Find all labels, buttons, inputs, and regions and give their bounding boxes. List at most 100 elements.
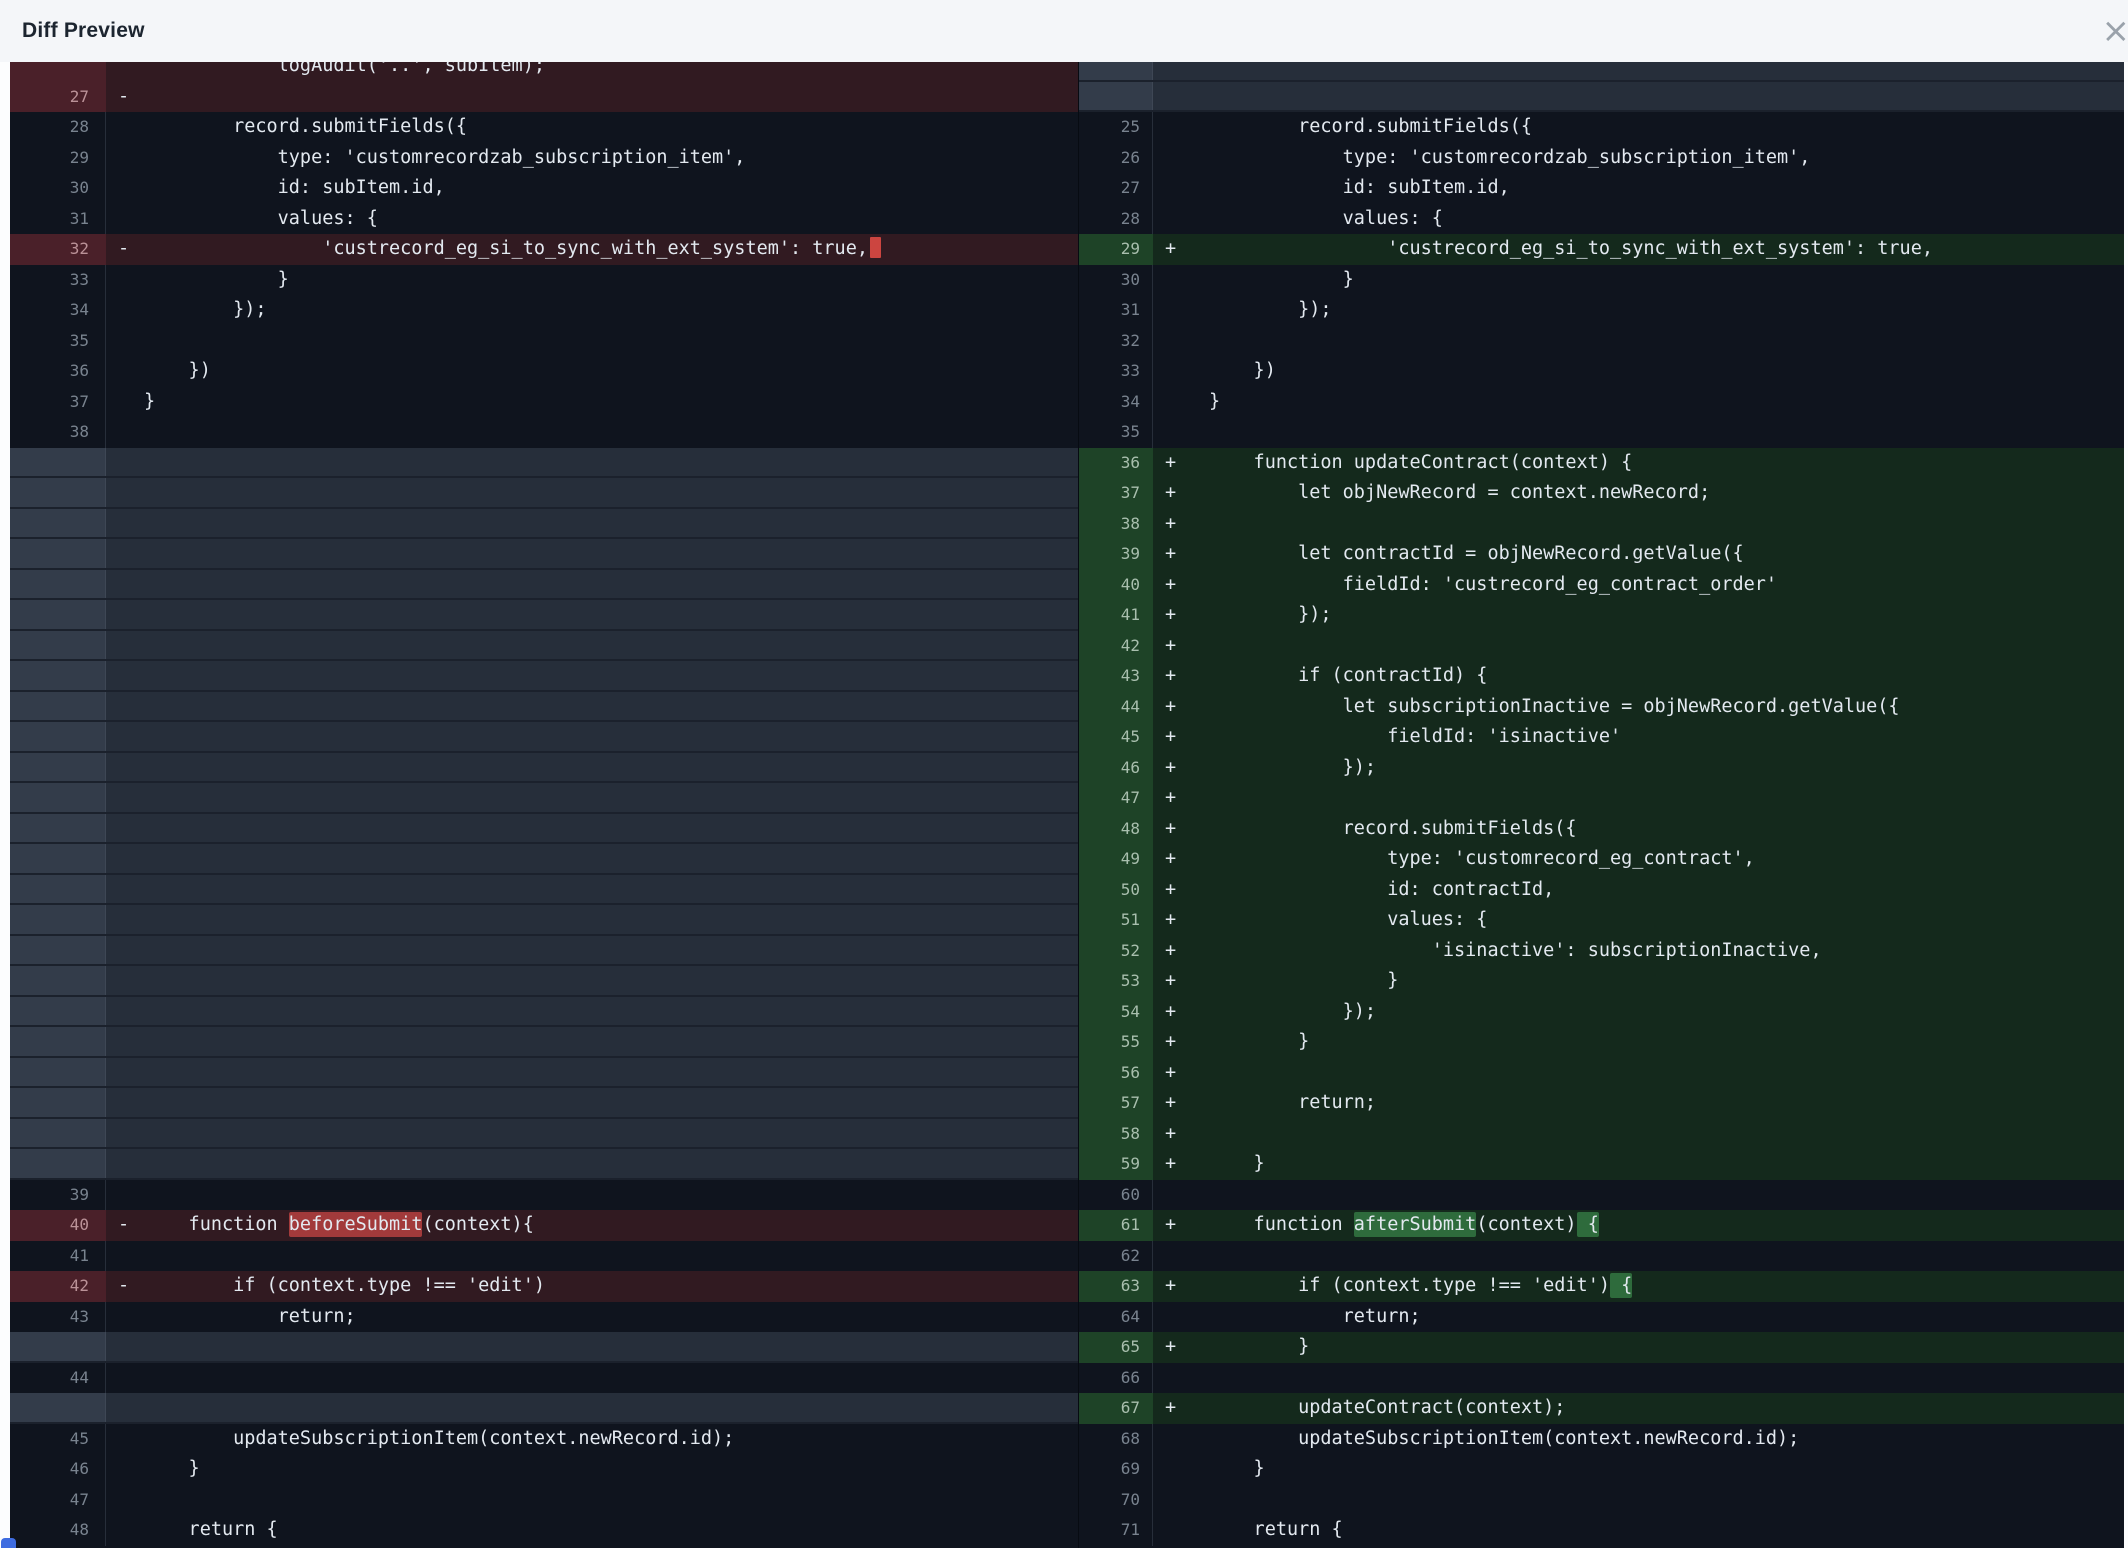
code-text: id: subItem.id,: [1209, 173, 2124, 204]
line-number: [10, 783, 106, 812]
filler-row-old: [10, 1088, 1078, 1119]
code-text: [144, 1363, 1078, 1394]
code-text: return;: [1209, 1088, 2124, 1119]
diff-marker: +: [1153, 631, 1209, 662]
diff-pane-old: logAudit('..', subItem);27-28 record.sub…: [10, 62, 1078, 1548]
diff-marker: -: [106, 1210, 144, 1241]
diff-marker: +: [1153, 783, 1209, 814]
line-number: 33: [1079, 356, 1153, 387]
filler-row-old: [10, 1149, 1078, 1180]
code-text: [1209, 1485, 2124, 1516]
code-line-old-29: 29 type: 'customrecordzab_subscription_i…: [10, 143, 1078, 174]
diff-marker: [106, 1241, 144, 1272]
code-line-new-59: 59+ }: [1079, 1149, 2124, 1180]
code-line-old-30: 30 id: subItem.id,: [10, 173, 1078, 204]
code-line-old-48: 48 return {: [10, 1515, 1078, 1546]
code-line-old-34: 34 });: [10, 295, 1078, 326]
diff-marker: +: [1153, 234, 1209, 265]
code-text: [144, 783, 1078, 812]
code-line-new-35: 35: [1079, 417, 2124, 448]
line-number: 53: [1079, 966, 1153, 997]
code-line-new-57: 57+ return;: [1079, 1088, 2124, 1119]
line-number: 28: [1079, 204, 1153, 235]
diff-marker: [106, 1515, 144, 1546]
code-text: type: 'customrecordzab_subscription_item…: [1209, 143, 2124, 174]
diff-marker: [106, 204, 144, 235]
line-number: [10, 539, 106, 568]
diff-marker: [106, 631, 144, 660]
line-number: 51: [1079, 905, 1153, 936]
diff-marker: +: [1153, 509, 1209, 540]
diff-marker: +: [1153, 936, 1209, 967]
code-line-old-28: 28 record.submitFields({: [10, 112, 1078, 143]
diff-marker: [1153, 173, 1209, 204]
line-number: 43: [10, 1302, 106, 1333]
diff-marker: [1153, 1424, 1209, 1455]
diff-marker: [106, 1302, 144, 1333]
line-number: 71: [1079, 1515, 1153, 1546]
code-line-old-42: 42- if (context.type !== 'edit'): [10, 1271, 1078, 1302]
code-text: [1209, 509, 2124, 540]
code-text: [1209, 1241, 2124, 1272]
diff-marker: +: [1153, 844, 1209, 875]
code-line-old-36: 36 }): [10, 356, 1078, 387]
diff-marker: [106, 173, 144, 204]
line-number: 44: [1079, 692, 1153, 723]
code-line-new-51: 51+ values: {: [1079, 905, 2124, 936]
diff-marker: +: [1153, 1332, 1209, 1363]
code-text: }: [144, 265, 1078, 296]
code-text: id: subItem.id,: [144, 173, 1078, 204]
code-text: [144, 417, 1078, 448]
line-number: [10, 62, 106, 82]
diff-marker: [1153, 417, 1209, 448]
diff-marker: -: [106, 82, 144, 113]
diff-marker: +: [1153, 1058, 1209, 1089]
close-icon[interactable]: ×: [2098, 14, 2128, 48]
diff-marker: +: [1153, 722, 1209, 753]
diff-marker: [106, 814, 144, 843]
diff-marker: [1153, 326, 1209, 357]
filler-row-new: [1079, 62, 2124, 82]
code-text: [1209, 1058, 2124, 1089]
line-number: [1079, 62, 1153, 80]
line-number: 48: [1079, 814, 1153, 845]
code-text: values: {: [1209, 204, 2124, 235]
diff-marker: +: [1153, 478, 1209, 509]
filler-row-old: [10, 661, 1078, 692]
diff-marker: [1153, 143, 1209, 174]
code-line-old-clipped: logAudit('..', subItem);: [10, 62, 1078, 82]
code-text: [144, 1393, 1078, 1422]
diff-marker: -: [106, 234, 144, 265]
line-number: 42: [10, 1271, 106, 1302]
line-number: [10, 509, 106, 538]
line-number: 63: [1079, 1271, 1153, 1302]
diff-marker: [1153, 1363, 1209, 1394]
line-number: 40: [1079, 570, 1153, 601]
line-number: [1079, 82, 1153, 111]
filler-row-old: [10, 905, 1078, 936]
code-line-new-41: 41+ });: [1079, 600, 2124, 631]
diff-container[interactable]: logAudit('..', subItem);27-28 record.sub…: [10, 62, 2124, 1548]
diff-marker: +: [1153, 539, 1209, 570]
line-number: 47: [1079, 783, 1153, 814]
diff-marker: [106, 326, 144, 357]
code-text: logAudit('..', subItem);: [144, 62, 1078, 82]
diff-marker: [106, 844, 144, 873]
code-text: [144, 1149, 1078, 1178]
line-number: 32: [1079, 326, 1153, 357]
code-text: [144, 844, 1078, 873]
line-number: 49: [1079, 844, 1153, 875]
deleted-word-highlight: beforeSubmit: [289, 1212, 423, 1237]
code-text: [144, 722, 1078, 751]
code-text: }: [1209, 265, 2124, 296]
code-line-new-25: 25 record.submitFields({: [1079, 112, 2124, 143]
line-number: [10, 1149, 106, 1178]
code-line-new-48: 48+ record.submitFields({: [1079, 814, 2124, 845]
code-line-new-52: 52+ 'isinactive': subscriptionInactive,: [1079, 936, 2124, 967]
filler-row-old: [10, 1393, 1078, 1424]
filler-row-old: [10, 692, 1078, 723]
code-line-new-33: 33 }): [1079, 356, 2124, 387]
diff-marker: [1153, 387, 1209, 418]
code-text: return {: [144, 1515, 1078, 1546]
code-text: [144, 1241, 1078, 1272]
